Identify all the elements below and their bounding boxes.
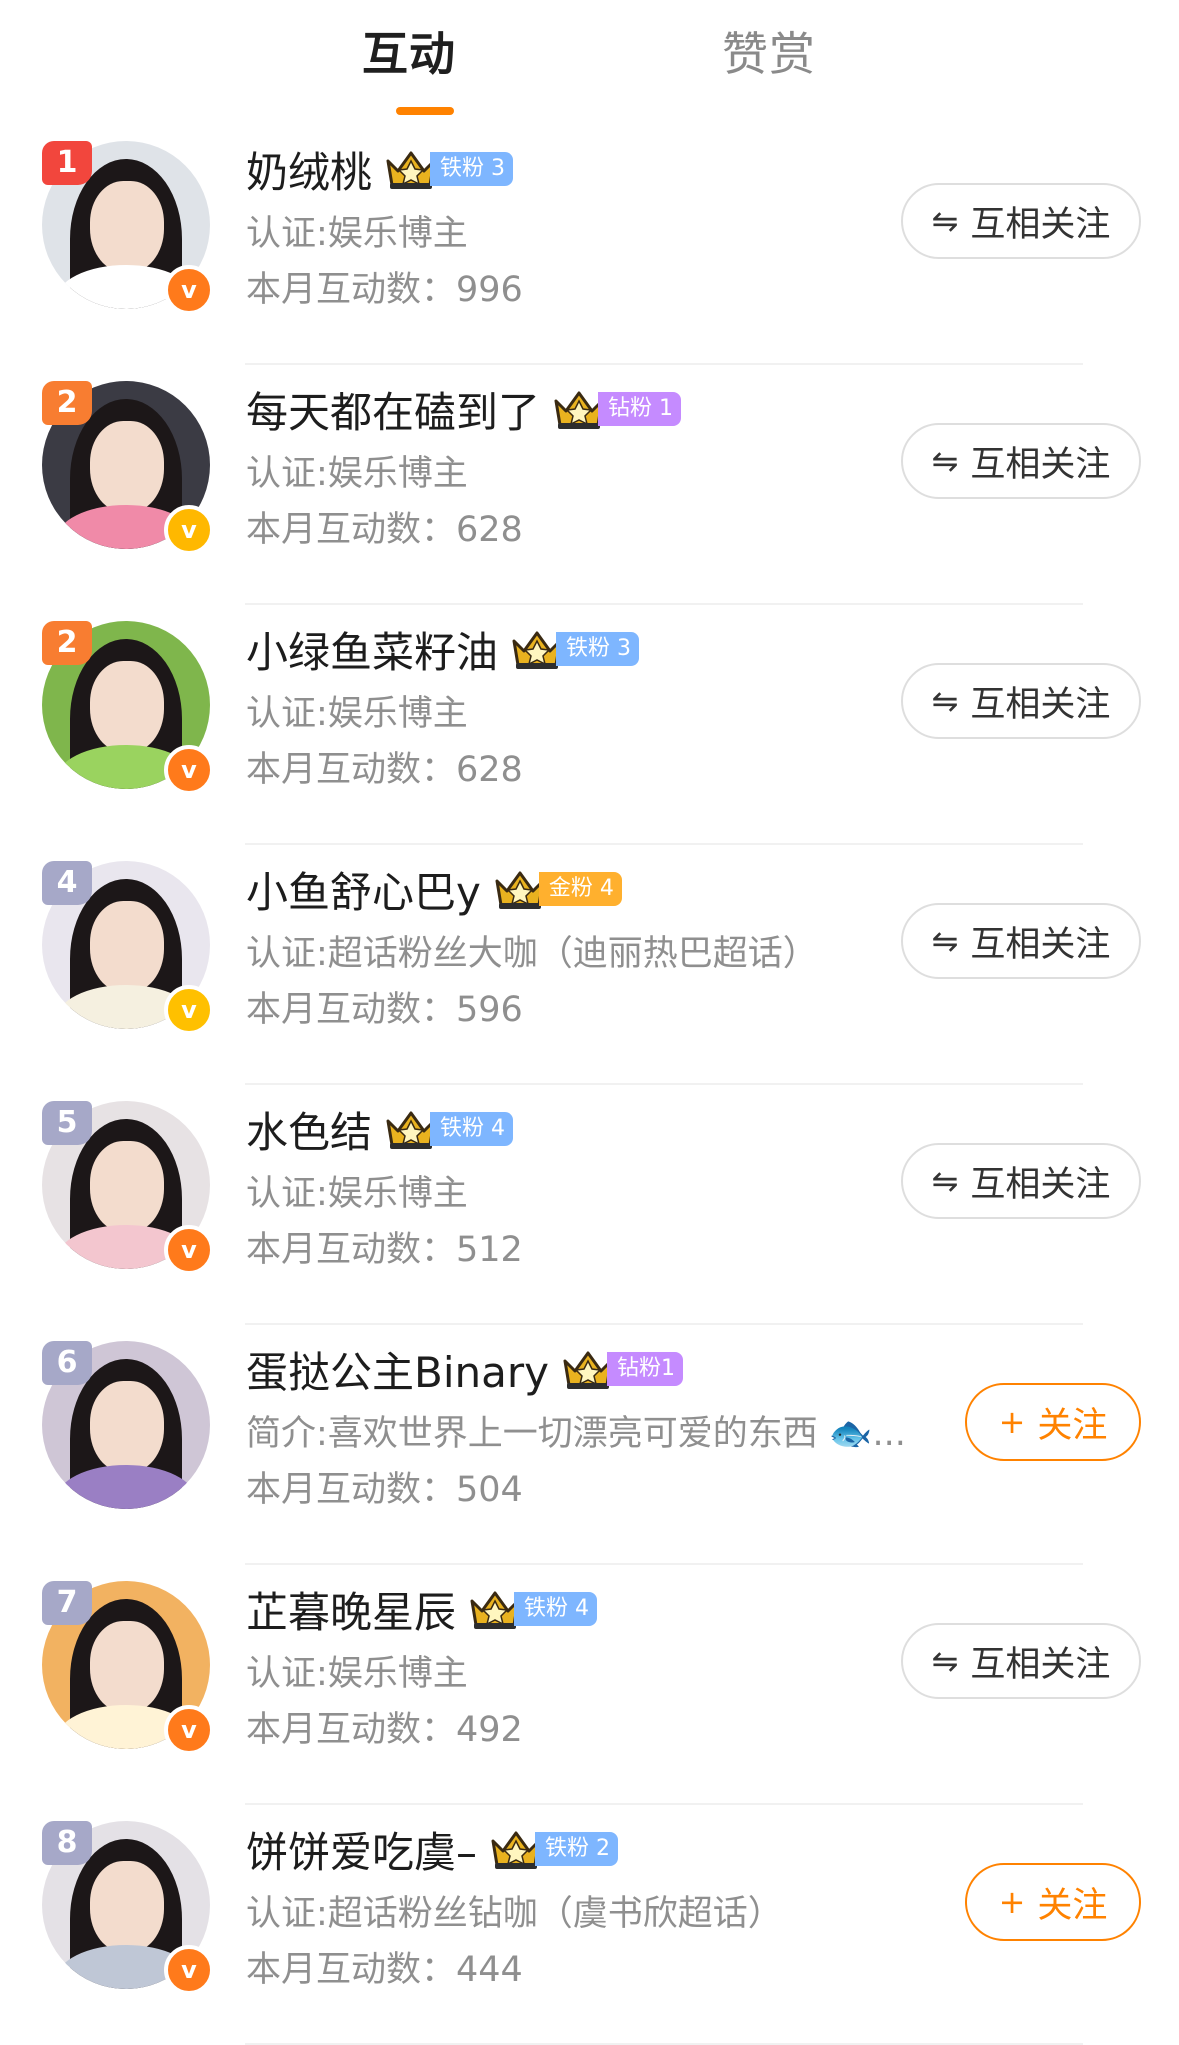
- user-row[interactable]: 2 v 小绿鱼菜籽油 铁粉 3 认证:娱乐博主 本月互动数：628 ⇋ 互相关注: [0, 605, 1179, 845]
- mutual-arrows-icon: ⇋: [931, 922, 959, 960]
- rank-badge: 7: [42, 1581, 92, 1625]
- fan-level-badge: 铁粉 2: [535, 1832, 619, 1866]
- user-name[interactable]: 小鱼舒心巴y: [246, 859, 481, 920]
- user-row[interactable]: 5 v 水色结 铁粉 4 认证:娱乐博主 本月互动数：512 ⇋ 互相关注: [0, 1085, 1179, 1325]
- name-line: 芷暮晚星辰 铁粉 4: [246, 1579, 598, 1640]
- button-label: 关注: [1037, 1405, 1108, 1446]
- user-name[interactable]: 饼饼爱吃虞–: [246, 1819, 477, 1880]
- interaction-count: 本月互动数：512: [246, 1230, 523, 1270]
- mutual-arrows-icon: ⇋: [931, 1642, 959, 1680]
- rank-badge: 5: [42, 1101, 92, 1145]
- verified-icon: v: [164, 1705, 214, 1755]
- plus-icon: +: [998, 1883, 1026, 1921]
- mutual-arrows-icon: ⇋: [931, 1162, 959, 1200]
- user-row[interactable]: 7 v 芷暮晚星辰 铁粉 4 认证:娱乐博主 本月互动数：492 ⇋ 互相关注: [0, 1565, 1179, 1805]
- user-name[interactable]: 水色结: [246, 1099, 372, 1160]
- fan-level-badge: 铁粉 4: [430, 1112, 514, 1146]
- name-line: 水色结 铁粉 4: [246, 1099, 514, 1160]
- button-label: 互相关注: [970, 1164, 1111, 1205]
- verified-icon: v: [164, 1225, 214, 1275]
- user-description: 认证:娱乐博主: [246, 214, 468, 254]
- user-name[interactable]: 芷暮晚星辰: [246, 1579, 456, 1640]
- interaction-count: 本月互动数：628: [246, 510, 523, 550]
- verified-icon: v: [164, 745, 214, 795]
- user-description: 认证:娱乐博主: [246, 454, 468, 494]
- user-row[interactable]: 2 v 每天都在磕到了 钻粉 1 认证:娱乐博主 本月互动数：628 ⇋ 互相关…: [0, 365, 1179, 605]
- interaction-count: 本月互动数：628: [246, 750, 523, 790]
- fan-level-badge: 钻粉1: [606, 1352, 683, 1386]
- name-line: 小鱼舒心巴y 金粉 4: [246, 859, 622, 919]
- mutual-arrows-icon: ⇋: [931, 442, 959, 480]
- user-name[interactable]: 小绿鱼菜籽油: [246, 619, 498, 680]
- rank-badge: 1: [42, 141, 92, 185]
- user-list: 1 v 奶绒桃 铁粉 3 认证:娱乐博主 本月互动数：996 ⇋ 互相关注 2 …: [0, 125, 1179, 2045]
- fan-level-badge: 钻粉 1: [598, 392, 682, 426]
- mutual-follow-button[interactable]: ⇋ 互相关注: [901, 903, 1141, 979]
- mutual-follow-button[interactable]: ⇋ 互相关注: [901, 183, 1141, 259]
- rank-badge: 8: [42, 1821, 92, 1865]
- verified-icon: v: [164, 1945, 214, 1995]
- tab-interaction[interactable]: 互动: [362, 22, 456, 86]
- mutual-follow-button[interactable]: ⇋ 互相关注: [901, 663, 1141, 739]
- plus-icon: +: [998, 1403, 1026, 1441]
- name-line: 小绿鱼菜籽油 铁粉 3: [246, 619, 640, 680]
- user-description: 认证:娱乐博主: [246, 694, 468, 734]
- user-description: 认证:娱乐博主: [246, 1174, 468, 1214]
- user-name[interactable]: 蛋挞公主Binary: [246, 1339, 549, 1400]
- interaction-count: 本月互动数：492: [246, 1710, 523, 1750]
- name-line: 蛋挞公主Binary 钻粉1: [246, 1339, 683, 1399]
- mutual-follow-button[interactable]: ⇋ 互相关注: [901, 1143, 1141, 1219]
- rank-badge: 2: [42, 381, 92, 425]
- follow-button[interactable]: + 关注: [965, 1383, 1141, 1461]
- fan-level-badge: 铁粉 4: [514, 1592, 598, 1626]
- active-tab-indicator: [396, 107, 454, 115]
- tab-reward[interactable]: 赞赏: [722, 22, 816, 86]
- user-name[interactable]: 奶绒桃: [246, 139, 372, 200]
- fan-level-badge: 铁粉 3: [430, 152, 514, 186]
- mutual-follow-button[interactable]: ⇋ 互相关注: [901, 1623, 1141, 1699]
- rank-badge: 4: [42, 861, 92, 905]
- button-label: 互相关注: [970, 924, 1111, 965]
- user-description: 认证:超话粉丝大咖（迪丽热巴超话）: [246, 934, 818, 974]
- user-description: 简介:喜欢世界上一切漂亮可爱的东西 🐟...: [246, 1414, 906, 1454]
- verified-icon: v: [164, 505, 214, 555]
- fan-level-badge: 铁粉 3: [556, 632, 640, 666]
- user-description: 认证:娱乐博主: [246, 1654, 468, 1694]
- user-row[interactable]: 4 v 小鱼舒心巴y 金粉 4 认证:超话粉丝大咖（迪丽热巴超话） 本月互动数：…: [0, 845, 1179, 1085]
- mutual-arrows-icon: ⇋: [931, 682, 959, 720]
- name-line: 每天都在磕到了 钻粉 1: [246, 379, 682, 440]
- fan-level-badge: 金粉 4: [538, 872, 622, 906]
- follow-button[interactable]: + 关注: [965, 1863, 1141, 1941]
- tab-bar: 互动 赞赏: [0, 0, 1179, 125]
- user-row[interactable]: 8 v 饼饼爱吃虞– 铁粉 2 认证:超话粉丝钻咖（虞书欣超话） 本月互动数：4…: [0, 1805, 1179, 2045]
- button-label: 关注: [1037, 1885, 1108, 1926]
- user-row[interactable]: 6 蛋挞公主Binary 钻粉1 简介:喜欢世界上一切漂亮可爱的东西 🐟... …: [0, 1325, 1179, 1565]
- button-label: 互相关注: [970, 1644, 1111, 1685]
- interaction-count: 本月互动数：596: [246, 990, 523, 1030]
- name-line: 饼饼爱吃虞– 铁粉 2: [246, 1819, 619, 1880]
- verified-icon: v: [164, 265, 214, 315]
- rank-badge: 6: [42, 1341, 92, 1385]
- mutual-arrows-icon: ⇋: [931, 202, 959, 240]
- rank-badge: 2: [42, 621, 92, 665]
- verified-icon: v: [164, 985, 214, 1035]
- interaction-count: 本月互动数：996: [246, 270, 523, 310]
- mutual-follow-button[interactable]: ⇋ 互相关注: [901, 423, 1141, 499]
- button-label: 互相关注: [970, 444, 1111, 485]
- button-label: 互相关注: [970, 684, 1111, 725]
- user-row[interactable]: 1 v 奶绒桃 铁粉 3 认证:娱乐博主 本月互动数：996 ⇋ 互相关注: [0, 125, 1179, 365]
- user-description: 认证:超话粉丝钻咖（虞书欣超话）: [246, 1894, 783, 1934]
- user-name[interactable]: 每天都在磕到了: [246, 379, 540, 440]
- name-line: 奶绒桃 铁粉 3: [246, 139, 514, 200]
- button-label: 互相关注: [970, 204, 1111, 245]
- interaction-count: 本月互动数：444: [246, 1950, 523, 1990]
- interaction-count: 本月互动数：504: [246, 1470, 523, 1510]
